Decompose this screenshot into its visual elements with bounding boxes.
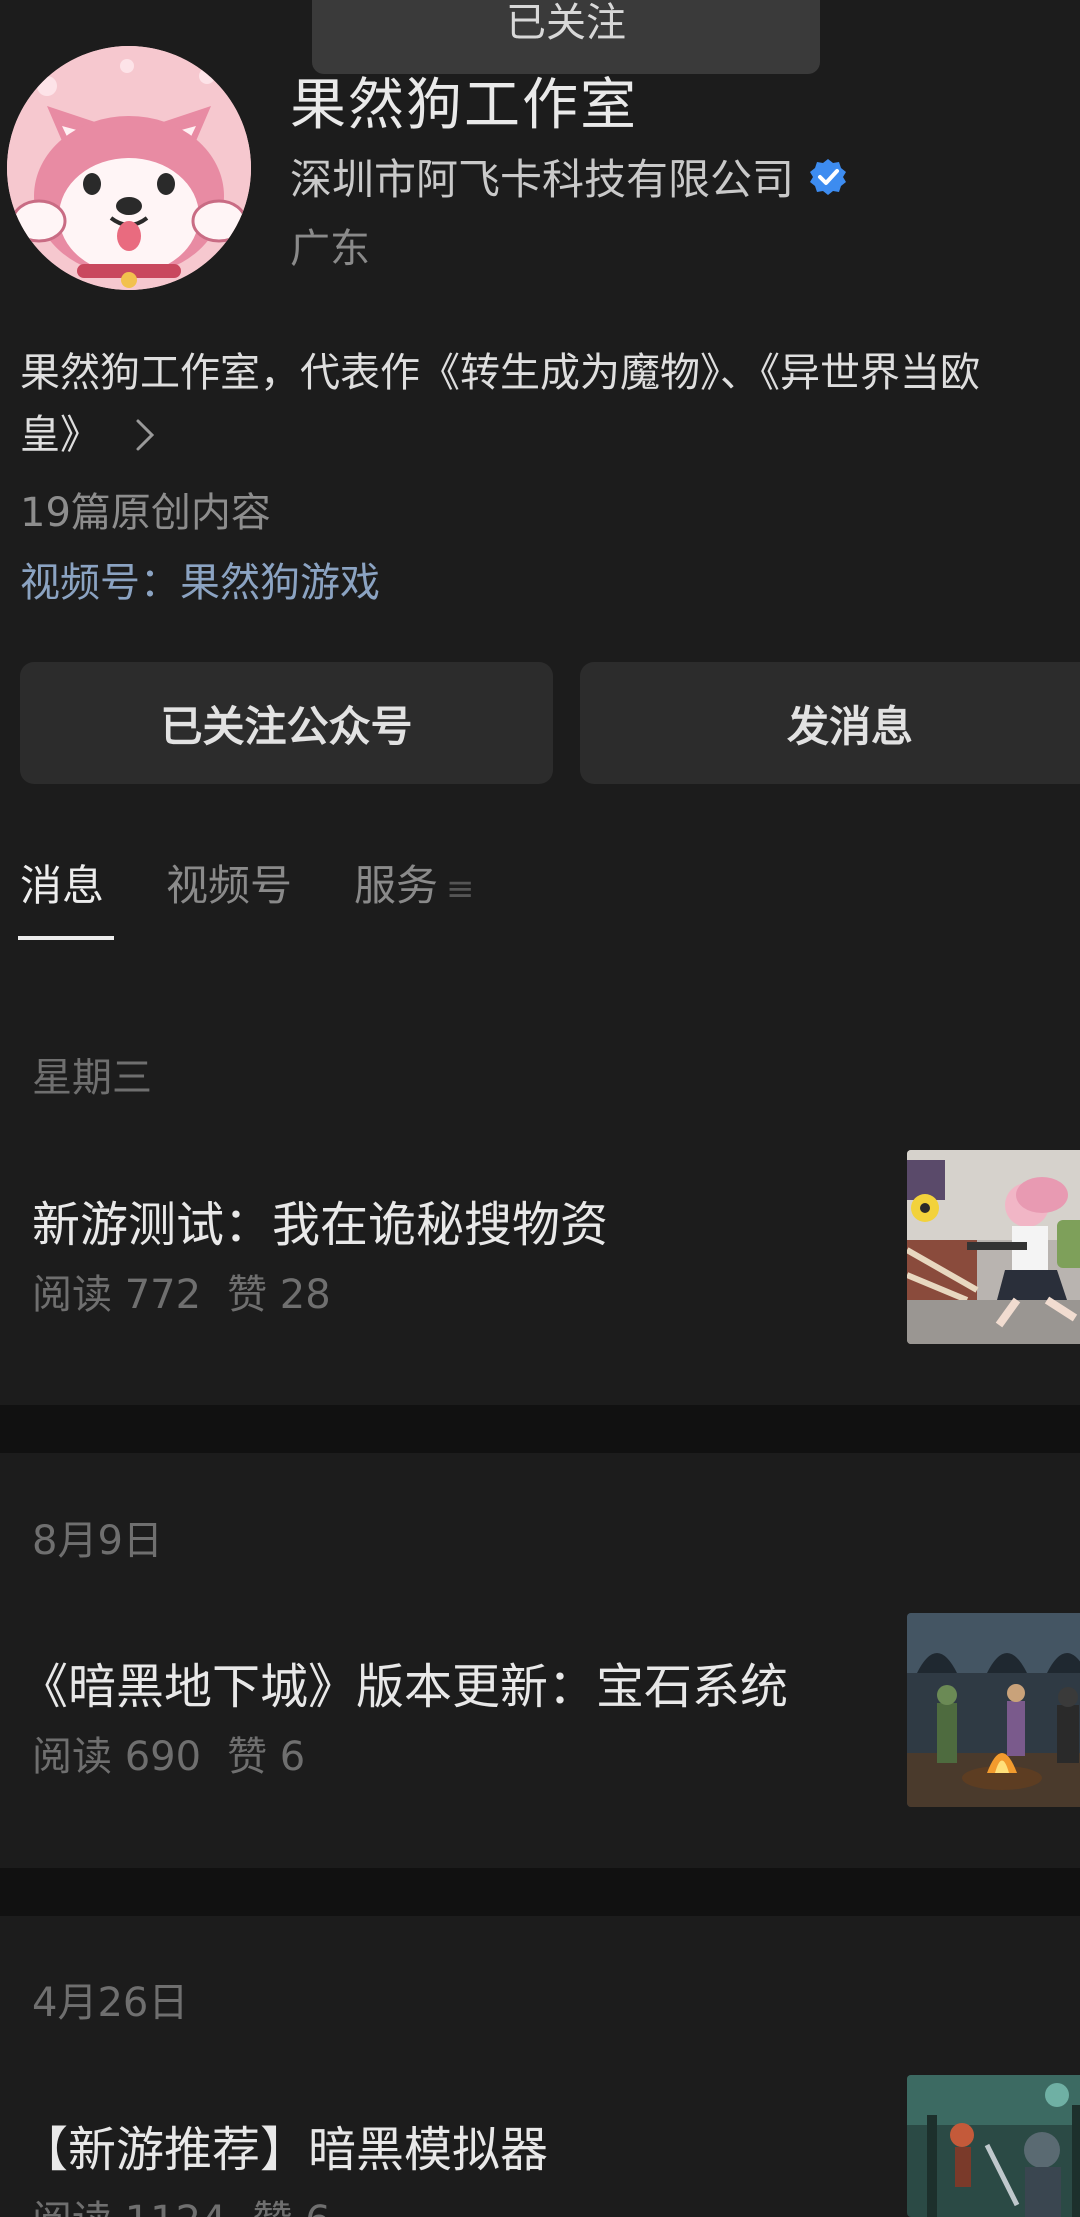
tab-video-channel[interactable]: 视频号 [166, 852, 292, 922]
followed-button-label: 已关注公众号 [160, 701, 413, 751]
article-likes: 赞 6 [253, 2198, 331, 2217]
shiba-dog-avatar-icon [7, 46, 251, 290]
tab-messages[interactable]: 消息 [17, 852, 115, 940]
bio-line-2: 皇》 [20, 412, 100, 458]
section-separator [0, 1405, 1080, 1453]
article-reads: 阅读 690 [32, 1734, 202, 1780]
content-tabs: 消息 视频号 服务 ≡ [17, 852, 537, 940]
article-title[interactable]: 《暗黑地下城》版本更新：宝石系统 [20, 1647, 788, 1717]
anime-girl-gun-thumbnail-icon [907, 1150, 1080, 1344]
article-thumbnail[interactable] [907, 1150, 1080, 1344]
company-name: 深圳市阿飞卡科技有限公司 [290, 155, 795, 204]
original-content-count[interactable]: 19篇原创内容 [20, 480, 271, 538]
article-thumbnail[interactable] [907, 1613, 1080, 1807]
bio-line-1: 果然狗工作室，代表作《转生成为魔物》、《异世界当欧 [20, 350, 980, 396]
article-reads: 阅读 772 [32, 1272, 202, 1318]
menu-lines-icon: ≡ [446, 869, 475, 909]
article-likes: 赞 6 [227, 1734, 306, 1780]
chevron-right-icon[interactable] [134, 417, 158, 453]
article-thumbnail[interactable] [907, 2075, 1080, 2217]
article-reads: 阅读 1124 [32, 2198, 227, 2217]
account-bio[interactable]: 果然狗工作室，代表作《转生成为魔物》、《异世界当欧 皇》 [20, 342, 1080, 466]
account-name: 果然狗工作室 [290, 73, 638, 138]
dark-forest-warriors-thumbnail-icon [907, 2075, 1080, 2217]
article-title[interactable]: 新游测试：我在诡秘搜物资 [32, 1185, 608, 1255]
followed-button[interactable]: 已关注公众号 [20, 662, 553, 784]
avatar[interactable] [7, 46, 251, 290]
account-profile-page: 已关注 果然狗工作室 深圳市阿飞卡科技有限公司 广东 果然狗工作室，代表作《转生… [0, 0, 1080, 2217]
section-separator [0, 1868, 1080, 1916]
article-likes: 赞 28 [227, 1272, 331, 1318]
article-date: 8月9日 [32, 1518, 163, 1564]
region-label: 广东 [290, 226, 370, 272]
video-channel-link[interactable]: 视频号：果然狗游戏 [20, 550, 380, 608]
article-stats: 阅读 1124 赞 6 [32, 2188, 331, 2217]
dungeon-campfire-thumbnail-icon [907, 1613, 1080, 1807]
company-row[interactable]: 深圳市阿飞卡科技有限公司 [290, 146, 848, 207]
toast-text: 已关注 [506, 0, 626, 46]
article-stats: 阅读 772 赞 28 [32, 1262, 331, 1320]
verified-badge-icon [810, 158, 847, 195]
tab-services[interactable]: 服务 ≡ [354, 852, 475, 922]
article-title[interactable]: 【新游推荐】暗黑模拟器 [20, 2110, 548, 2180]
send-message-button-label: 发消息 [786, 701, 913, 751]
tab-services-label: 服务 [354, 861, 439, 910]
article-stats: 阅读 690 赞 6 [32, 1724, 305, 1782]
article-date: 星期三 [32, 1055, 152, 1101]
article-date: 4月26日 [32, 1980, 189, 2026]
send-message-button[interactable]: 发消息 [580, 662, 1080, 784]
